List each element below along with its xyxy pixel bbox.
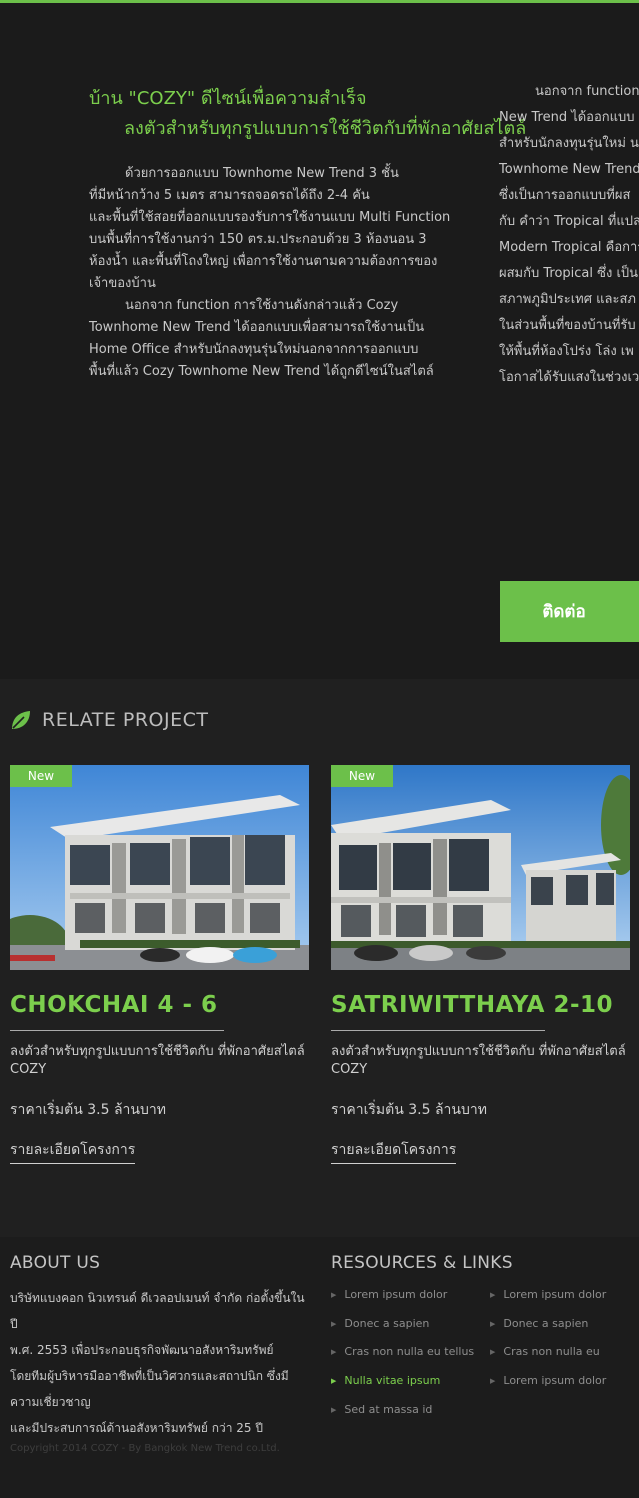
paragraph-line: ให้พื้นที่ห้องโปร่ง โล่ง เพ <box>499 344 634 359</box>
footer-link-label: Lorem ipsum dolor <box>503 1374 607 1387</box>
triangle-right-icon: ▶ <box>490 1376 496 1385</box>
paragraph-line: เจ้าของบ้าน <box>89 276 156 291</box>
leaf-icon <box>12 711 30 729</box>
footer-link[interactable]: ▶ Donec a sapien <box>490 1317 588 1330</box>
townhouse-illustration <box>331 765 630 970</box>
about-line: บริษัทแบงคอก นิวเทรนด์ ดีเวลอปเมนท์ จำกั… <box>10 1291 305 1331</box>
triangle-right-icon: ▶ <box>331 1405 337 1414</box>
relate-project-title: RELATE PROJECT <box>42 709 209 731</box>
project-name[interactable]: SATRIWITTHAYA 2-10 <box>331 992 630 1018</box>
project-name[interactable]: CHOKCHAI 4 - 6 <box>10 992 309 1018</box>
new-badge: New <box>10 765 72 787</box>
triangle-right-icon: ▶ <box>490 1319 496 1328</box>
footer-link-label: Sed at massa id <box>344 1403 433 1416</box>
hero-title-line1: บ้าน "COZY" ดีไซน์เพื่อความสำเร็จ <box>89 88 367 109</box>
triangle-right-icon: ▶ <box>331 1347 337 1356</box>
relate-project-section: RELATE PROJECT New CHOKCHAI 4 - 6 ลงตัวส… <box>0 679 639 1237</box>
project-details-link[interactable]: รายละเอียดโครงการ <box>331 1139 457 1164</box>
new-badge: New <box>331 765 393 787</box>
paragraph-line: กับ คำว่า Tropical ที่แปล <box>499 214 639 229</box>
project-image[interactable]: New <box>331 765 630 970</box>
paragraph-line: ห้องน้ำ และพื้นที่โถงใหญ่ เพื่อการใช้งาน… <box>89 254 438 269</box>
paragraph-line: ที่มีหน้ากว้าง 5 เมตร สามารถจอดรถได้ถึง … <box>89 188 370 203</box>
paragraph-line: Townhome New Trend ได้ออกแบบเพื่อสามารถใ… <box>89 320 425 335</box>
footer-link-label: Lorem ipsum dolor <box>503 1288 607 1301</box>
project-price: ราคาเริ่มต้น 3.5 ล้านบาท <box>331 1102 487 1118</box>
project-price: ราคาเริ่มต้น 3.5 ล้านบาท <box>10 1102 166 1118</box>
about-us-title: ABOUT US <box>10 1253 101 1273</box>
footer-link-label: Donec a sapien <box>344 1317 430 1330</box>
triangle-right-icon: ▶ <box>331 1319 337 1328</box>
paragraph-line: สภาพภูมิประเทศ และสภ <box>499 292 636 307</box>
paragraph-line: สำหรับนักลงทุนรุ่นใหม่ น <box>499 136 639 151</box>
footer-link[interactable]: ▶ Lorem ipsum dolor <box>490 1288 606 1301</box>
paragraph-line: ผสมกับ Tropical ซึ่ง เป็น <box>499 266 639 281</box>
paragraph-line: ด้วยการออกแบบ Townhome New Trend 3 ชั้น <box>125 166 399 181</box>
project-card: New <box>331 765 630 1164</box>
relate-project-header: RELATE PROJECT <box>10 709 209 731</box>
paragraph-line: และพื้นที่ใช้สอยที่ออกแบบรองรับการใช้งาน… <box>89 210 451 225</box>
about-us-text: บริษัทแบงคอก นิวเทรนด์ ดีเวลอปเมนท์ จำกั… <box>10 1285 310 1441</box>
footer-link-label: Cras non nulla eu <box>503 1345 600 1358</box>
footer-link[interactable]: ▶ Cras non nulla eu tellus <box>331 1345 474 1358</box>
paragraph-line: Home Office สำหรับนักลงทุนรุ่นใหม่นอกจาก… <box>89 342 419 357</box>
footer-link-active[interactable]: ▶ Nulla vitae ipsum <box>331 1374 440 1387</box>
footer-link[interactable]: ▶ Cras non nulla eu <box>490 1345 600 1358</box>
project-details-link[interactable]: รายละเอียดโครงการ <box>10 1139 136 1164</box>
paragraph-line: Modern Tropical คือการ <box>499 240 639 255</box>
footer-link[interactable]: ▶ Donec a sapien <box>331 1317 429 1330</box>
triangle-right-icon: ▶ <box>331 1290 337 1299</box>
project-description: ลงตัวสำหรับทุกรูปแบบการใช้ชีวิตกับ ที่พั… <box>331 1044 626 1077</box>
about-line: โดยทีมผู้บริหารมืออาชีพที่เป็นวิศวกรและส… <box>10 1369 289 1409</box>
footer-link[interactable]: ▶ Lorem ipsum dolor <box>331 1288 447 1301</box>
paragraph-line: โอกาสได้รับแสงในช่วงเว <box>499 370 639 385</box>
paragraph-line: Townhome New Trend <box>499 162 639 177</box>
triangle-right-icon: ▶ <box>331 1376 337 1385</box>
copyright-text: Copyright 2014 COZY - By Bangkok New Tre… <box>10 1443 280 1454</box>
paragraph-line: ซึ่งเป็นการออกแบบที่ผส <box>499 188 631 203</box>
footer-link-label: Cras non nulla eu tellus <box>344 1345 475 1358</box>
resources-links-title: RESOURCES & LINKS <box>331 1253 513 1273</box>
about-line: และมีประสบการณ์ด้านอสังหาริมทรัพย์ กว่า … <box>10 1421 263 1435</box>
hero-section: บ้าน "COZY" ดีไซน์เพื่อความสำเร็จ ลงตัวส… <box>0 3 639 679</box>
footer-link-label: Nulla vitae ipsum <box>344 1374 441 1387</box>
footer-link-label: Lorem ipsum dolor <box>344 1288 448 1301</box>
about-line: พ.ศ. 2553 เพื่อประกอบธุรกิจพัฒนาอสังหาริ… <box>10 1343 274 1357</box>
project-description: ลงตัวสำหรับทุกรูปแบบการใช้ชีวิตกับ ที่พั… <box>10 1044 305 1077</box>
hero-title-line2: ลงตัวสำหรับทุกรูปแบบการใช้ชีวิตกับที่พัก… <box>124 118 527 139</box>
footer-link[interactable]: ▶ Lorem ipsum dolor <box>490 1374 606 1387</box>
paragraph-line: New Trend ได้ออกแบบ <box>499 110 635 125</box>
project-card: New <box>10 765 309 1164</box>
paragraph-line: ในส่วนพื้นที่ของบ้านที่รับ <box>499 318 636 333</box>
paragraph-line: บนพื้นที่การใช้งานกว่า 150 ตร.ม.ประกอบด้… <box>89 232 427 247</box>
hero-text-column-2: นอกจาก function New Trend ได้ออกแบบ สำหร… <box>499 79 639 391</box>
footer-link[interactable]: ▶ Sed at massa id <box>331 1403 432 1416</box>
hero-text-column-1: ด้วยการออกแบบ Townhome New Trend 3 ชั้น … <box>89 163 469 383</box>
paragraph-line: นอกจาก function การใช้งานดังกล่าวแล้ว Co… <box>125 298 399 313</box>
contact-button[interactable]: ติดต่อ <box>500 581 639 642</box>
triangle-right-icon: ▶ <box>490 1290 496 1299</box>
paragraph-line: นอกจาก function <box>535 84 639 99</box>
footer-link-label: Donec a sapien <box>503 1317 589 1330</box>
paragraph-line: พื้นที่แล้ว Cozy Townhome New Trend ได้ถ… <box>89 364 434 379</box>
divider <box>331 1030 545 1031</box>
townhouse-illustration <box>10 765 309 970</box>
project-image[interactable]: New <box>10 765 309 970</box>
footer: ABOUT US บริษัทแบงคอก นิวเทรนด์ ดีเวลอปเ… <box>0 1237 639 1498</box>
divider <box>10 1030 224 1031</box>
triangle-right-icon: ▶ <box>490 1347 496 1356</box>
